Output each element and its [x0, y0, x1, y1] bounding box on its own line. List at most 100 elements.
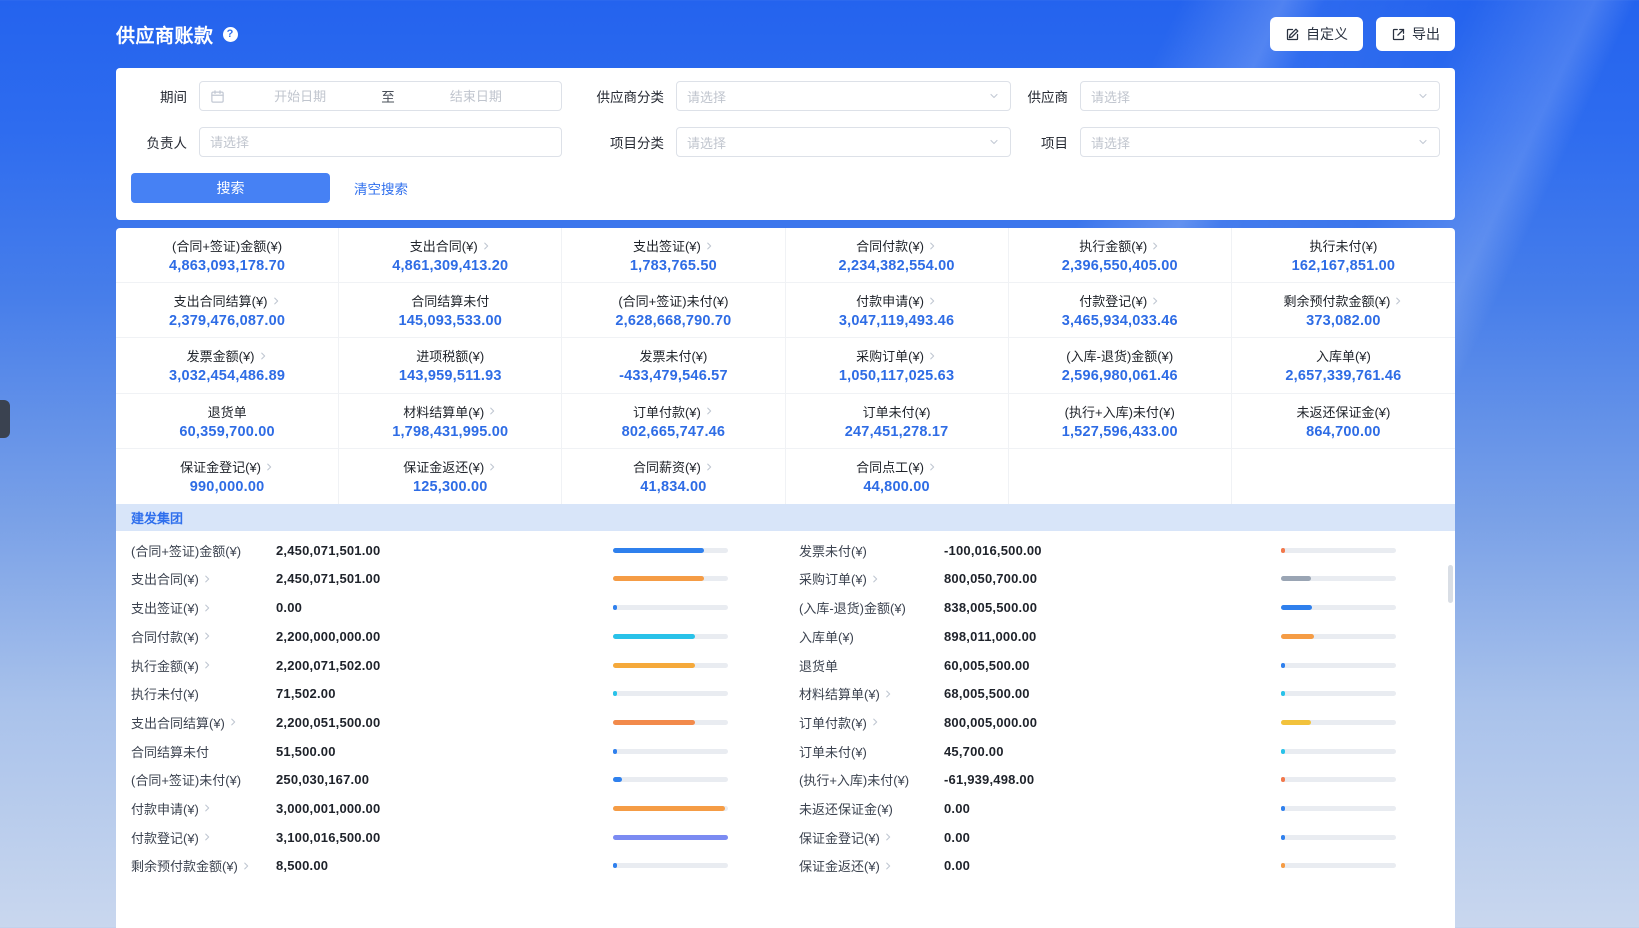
- supplier-select[interactable]: 请选择: [1080, 81, 1440, 111]
- summary-cell: (执行+入库)未付(¥)1,527,596,433.00: [1009, 394, 1232, 449]
- summary-cell[interactable]: 支出合同(¥)4,861,309,413.20: [339, 228, 562, 283]
- detail-label: 退货单: [799, 656, 944, 675]
- detail-label[interactable]: 保证金返还(¥): [799, 856, 944, 875]
- detail-label[interactable]: 付款申请(¥): [131, 799, 276, 818]
- summary-cell[interactable]: 材料结算单(¥)1,798,431,995.00: [339, 394, 562, 449]
- detail-label[interactable]: 合同付款(¥): [131, 627, 276, 646]
- supplier-category-placeholder: 请选择: [687, 87, 726, 106]
- summary-cell-value: 2,657,339,761.46: [1285, 368, 1401, 384]
- summary-cell-label: 采购订单(¥): [856, 346, 937, 365]
- owner-field[interactable]: [199, 127, 562, 157]
- summary-cell[interactable]: 保证金返还(¥)125,300.00: [339, 449, 562, 504]
- scrollbar-thumb[interactable]: [1448, 565, 1453, 603]
- chevron-down-icon: [988, 136, 1000, 148]
- detail-row: 付款登记(¥)3,100,016,500.00: [131, 823, 728, 852]
- detail-row: 合同付款(¥)2,200,000,000.00: [131, 622, 728, 651]
- page-content: 供应商账款 ? 自定义 导出 期间 至 供应商分类 请选择: [116, 0, 1455, 928]
- summary-cell[interactable]: 支出签证(¥) 1,783,765.50: [562, 228, 785, 283]
- summary-cell[interactable]: 合同点工(¥)44,800.00: [786, 449, 1009, 504]
- start-date-input[interactable]: [225, 89, 375, 104]
- calendar-icon: [210, 89, 225, 104]
- chevron-right-icon: [271, 296, 281, 306]
- detail-label[interactable]: 剩余预付款金额(¥): [131, 856, 276, 875]
- detail-row: (入库-退货)金额(¥)838,005,500.00: [799, 593, 1396, 622]
- export-button-label: 导出: [1412, 24, 1440, 44]
- detail-label[interactable]: 支出签证(¥): [131, 598, 276, 617]
- summary-cell[interactable]: 执行金额(¥)2,396,550,405.00: [1009, 228, 1232, 283]
- clear-search-link[interactable]: 清空搜索: [354, 178, 408, 198]
- detail-label[interactable]: 保证金登记(¥): [799, 828, 944, 847]
- detail-value: 2,200,051,500.00: [276, 715, 613, 730]
- summary-cell[interactable]: 订单付款(¥)802,665,747.46: [562, 394, 785, 449]
- summary-cell-label: 合同薪资(¥): [633, 457, 714, 476]
- detail-label[interactable]: 执行金额(¥): [131, 656, 276, 675]
- summary-cell-value: 44,800.00: [863, 479, 929, 495]
- summary-cell[interactable]: 采购订单(¥) 1,050,117,025.63: [786, 338, 1009, 393]
- summary-cell[interactable]: 合同付款(¥)2,234,382,554.00: [786, 228, 1009, 283]
- project-select[interactable]: 请选择: [1080, 127, 1440, 157]
- progress-bar: [1281, 691, 1396, 696]
- progress-bar: [613, 835, 728, 840]
- summary-cell-value: 1,050,117,025.63: [839, 368, 954, 384]
- summary-grid: (合同+签证)金额(¥)4,863,093,178.70支出合同(¥)4,861…: [116, 228, 1455, 504]
- summary-cell-label: 合同结算未付: [411, 291, 489, 310]
- summary-cell[interactable]: 付款申请(¥)3,047,119,493.46: [786, 283, 1009, 338]
- page-title: 供应商账款: [116, 21, 214, 48]
- side-drawer-handle[interactable]: [0, 400, 10, 438]
- customize-button[interactable]: 自定义: [1270, 17, 1363, 51]
- summary-cell-value: 802,665,747.46: [622, 424, 726, 440]
- project-category-select[interactable]: 请选择: [676, 127, 1011, 157]
- progress-bar: [613, 576, 728, 581]
- date-range-picker[interactable]: 至: [199, 81, 562, 111]
- chevron-right-icon: [1150, 296, 1160, 306]
- group-header[interactable]: 建发集团: [116, 504, 1455, 531]
- summary-cell-value: -433,479,546.57: [619, 368, 728, 384]
- summary-cell[interactable]: 剩余预付款金额(¥)373,082.00: [1232, 283, 1455, 338]
- summary-cell-value: 1,783,765.50: [630, 258, 717, 274]
- detail-label[interactable]: 采购订单(¥): [799, 569, 944, 588]
- summary-cell[interactable]: 付款登记(¥)3,465,934,033.46: [1009, 283, 1232, 338]
- customize-button-label: 自定义: [1306, 24, 1348, 44]
- summary-cell-label: 支出合同(¥): [410, 236, 491, 255]
- summary-cell[interactable]: 合同薪资(¥)41,834.00: [562, 449, 785, 504]
- owner-input[interactable]: [210, 135, 551, 150]
- detail-value: 2,450,071,501.00: [276, 571, 613, 586]
- search-button[interactable]: 搜索: [131, 173, 330, 203]
- detail-value: 800,005,000.00: [944, 715, 1281, 730]
- summary-cell[interactable]: 保证金登记(¥)990,000.00: [116, 449, 339, 504]
- detail-value: 250,030,167.00: [276, 772, 613, 787]
- detail-value: 3,000,001,000.00: [276, 801, 613, 816]
- summary-cell-label: (合同+签证)金额(¥): [172, 236, 282, 255]
- end-date-input[interactable]: [401, 89, 551, 104]
- supplier-category-select[interactable]: 请选择: [676, 81, 1011, 111]
- help-icon[interactable]: ?: [223, 27, 238, 42]
- detail-row: 合同结算未付51,500.00: [131, 737, 728, 766]
- chevron-right-icon: [202, 574, 212, 584]
- detail-label[interactable]: 材料结算单(¥): [799, 684, 944, 703]
- export-button[interactable]: 导出: [1376, 17, 1455, 51]
- detail-value: 838,005,500.00: [944, 600, 1281, 615]
- export-icon: [1391, 27, 1406, 42]
- detail-value: 2,450,071,501.00: [276, 543, 613, 558]
- summary-cell-value: 3,032,454,486.89: [169, 368, 285, 384]
- summary-cell-label: 执行未付(¥): [1309, 236, 1377, 255]
- detail-value: 41,834.00: [944, 887, 1281, 888]
- summary-cell[interactable]: 支出合同结算(¥)2,379,476,087.00: [116, 283, 339, 338]
- summary-cell-label: 未返还保证金(¥): [1296, 402, 1390, 421]
- detail-label[interactable]: 付款登记(¥): [131, 828, 276, 847]
- detail-label: (合同+签证)金额(¥): [131, 541, 276, 560]
- detail-label[interactable]: 发票金额(¥): [131, 885, 276, 888]
- detail-label[interactable]: 订单付款(¥): [799, 713, 944, 732]
- summary-cell-value: 145,093,533.00: [398, 313, 502, 329]
- summary-cell[interactable]: 发票金额(¥)3,032,454,486.89: [116, 338, 339, 393]
- owner-label: 负责人: [131, 132, 187, 152]
- detail-label: (合同+签证)未付(¥): [131, 770, 276, 789]
- summary-cell-label: 支出签证(¥): [633, 236, 714, 255]
- detail-label[interactable]: 支出合同(¥): [131, 569, 276, 588]
- detail-row: 材料结算单(¥)68,005,500.00: [799, 679, 1396, 708]
- detail-label[interactable]: 合同薪资(¥): [799, 885, 944, 888]
- project-category-label: 项目分类: [574, 132, 664, 152]
- summary-cell-label: 执行金额(¥): [1079, 236, 1160, 255]
- detail-label[interactable]: 支出合同结算(¥): [131, 713, 276, 732]
- summary-cell-value: 125,300.00: [413, 479, 488, 495]
